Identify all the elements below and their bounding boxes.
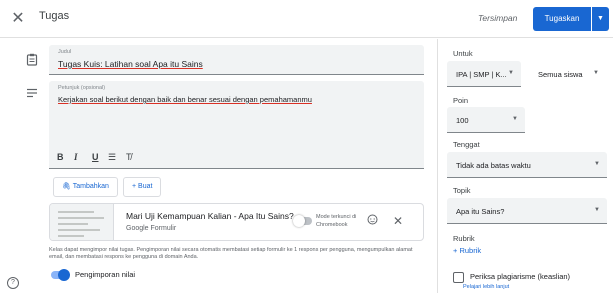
- info-icon[interactable]: [367, 214, 378, 228]
- attachment-card[interactable]: Mari Uji Kemampuan Kalian - Apa Itu Sain…: [49, 203, 424, 241]
- locked-mode-toggle[interactable]: [293, 215, 312, 227]
- plagiarism-checkbox[interactable]: [453, 272, 464, 283]
- learn-more-link[interactable]: Pelajari lebih lanjut: [463, 284, 509, 290]
- notes-icon: [25, 87, 39, 101]
- top-bar: ✕ Tugas Tersimpan Tugaskan ▼: [0, 0, 613, 38]
- assign-button[interactable]: Tugaskan: [533, 7, 591, 31]
- add-attachment-button[interactable]: 🖇 Tambahkan: [53, 177, 118, 197]
- caret-down-icon[interactable]: ▼: [592, 7, 609, 31]
- clipboard-icon: [25, 53, 39, 69]
- chevron-down-icon: ▼: [508, 70, 514, 76]
- paperclip-icon: 🖇: [62, 183, 71, 190]
- title-label: Judul: [58, 49, 72, 55]
- points-select[interactable]: 100 ▼: [447, 107, 525, 133]
- clear-format-icon[interactable]: T̸: [126, 152, 132, 162]
- add-attachment-label: Tambahkan: [72, 183, 109, 190]
- attachment-subtitle: Google Formulir: [126, 225, 177, 232]
- chevron-down-icon: ▼: [594, 161, 600, 167]
- remove-attachment-icon[interactable]: ✕: [393, 214, 403, 228]
- grade-import-label: Pengimporan nilai: [75, 270, 136, 279]
- chevron-down-icon: ▼: [593, 70, 599, 76]
- due-select[interactable]: Tidak ada batas waktu ▼: [447, 152, 607, 178]
- italic-button[interactable]: I: [74, 152, 78, 162]
- instructions-value[interactable]: Kerjakan soal berikut dengan baik dan be…: [58, 95, 312, 104]
- class-select[interactable]: IPA | SMP | K... ▼: [447, 61, 521, 87]
- grade-import-note: Kelas dapat mengimpor nilai tugas. Pengi…: [49, 247, 413, 260]
- close-icon[interactable]: ✕: [8, 9, 28, 29]
- page-title: Tugas: [39, 10, 70, 22]
- plus-icon: +: [132, 183, 137, 190]
- underline-button[interactable]: U: [92, 152, 99, 162]
- students-select[interactable]: Semua siswa ▼: [529, 61, 606, 87]
- topic-value: Apa itu Sains?: [456, 207, 505, 216]
- assign-button-group: Tugaskan ▼: [533, 7, 609, 31]
- for-label: Untuk: [453, 49, 473, 58]
- add-rubric-button[interactable]: + Rubrik: [453, 246, 481, 255]
- title-field[interactable]: Judul Tugas Kuis: Latihan soal Apa itu S…: [49, 45, 424, 75]
- students-select-value: Semua siswa: [538, 70, 583, 79]
- instructions-label: Petunjuk (opsional): [58, 85, 106, 91]
- due-value: Tidak ada batas waktu: [456, 161, 531, 170]
- plagiarism-label: Periksa plagiarisme (keaslian): [470, 272, 571, 281]
- settings-panel: Untuk IPA | SMP | K... ▼ Semua siswa ▼ P…: [437, 39, 613, 293]
- points-value: 100: [456, 116, 469, 125]
- chevron-down-icon: ▼: [594, 207, 600, 213]
- bold-button[interactable]: B: [57, 152, 64, 162]
- add-rubric-label: Rubrik: [459, 246, 482, 255]
- help-icon[interactable]: ?: [7, 277, 19, 289]
- instructions-field[interactable]: Petunjuk (opsional) Kerjakan soal beriku…: [49, 81, 424, 169]
- saved-status: Tersimpan: [478, 13, 518, 23]
- create-button[interactable]: + Buat: [123, 177, 162, 197]
- bullet-list-icon[interactable]: ☰: [108, 152, 116, 163]
- title-value[interactable]: Tugas Kuis: Latihan soal Apa itu Sains: [58, 59, 203, 69]
- grade-import-toggle[interactable]: [51, 269, 70, 281]
- points-label: Poin: [453, 96, 469, 105]
- due-label: Tenggat: [453, 140, 480, 149]
- form-thumbnail: [50, 204, 114, 240]
- topic-select[interactable]: Apa itu Sains? ▼: [447, 198, 607, 224]
- topic-label: Topik: [453, 186, 471, 195]
- locked-mode-label: Mode terkunci di Chromebook: [316, 214, 357, 228]
- create-label: Buat: [138, 183, 153, 190]
- class-select-value: IPA | SMP | K...: [456, 70, 507, 79]
- attachment-title[interactable]: Mari Uji Kemampuan Kalian - Apa Itu Sain…: [126, 211, 294, 221]
- rubric-label: Rubrik: [453, 234, 475, 243]
- chevron-down-icon: ▼: [512, 116, 518, 122]
